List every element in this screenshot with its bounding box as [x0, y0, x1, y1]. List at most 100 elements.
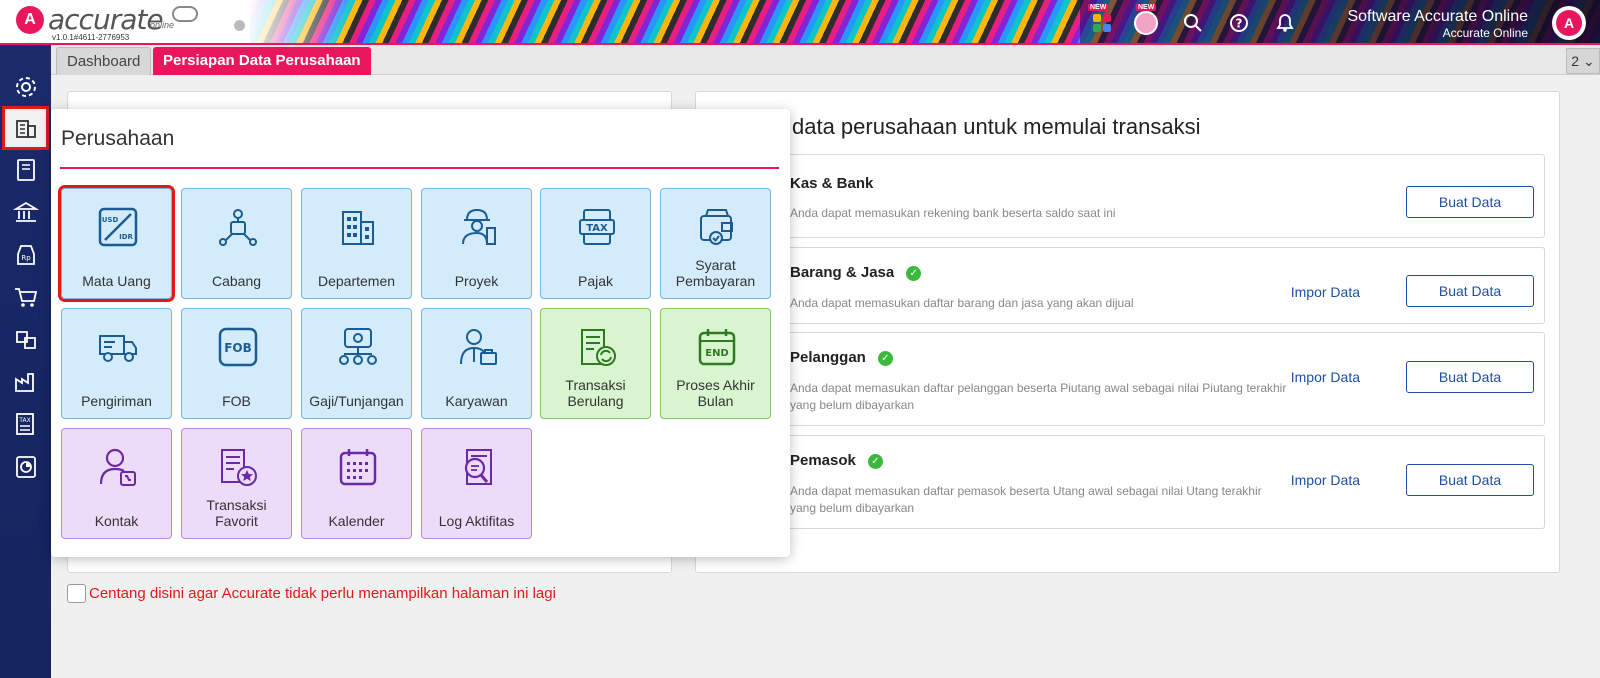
tile-label: Gaji/Tunjangan — [309, 393, 404, 409]
right-panel-title: data perusahaan untuk memulai transaksi — [792, 114, 1201, 139]
tile-proyek[interactable]: Proyek — [421, 188, 532, 299]
tab-dashboard[interactable]: Dashboard — [56, 47, 152, 75]
company-info[interactable]: Software Accurate Online Accurate Online — [1347, 8, 1528, 40]
row-description: Anda dapat memasukan rekening bank beser… — [790, 206, 1116, 220]
currency-icon: USD IDR — [98, 207, 138, 247]
row-description: Anda dapat memasukan daftar pelanggan be… — [790, 381, 1287, 412]
tile-transaksi-berulang[interactable]: Transaksi Berulang — [540, 308, 651, 419]
tile-label: Departemen — [317, 273, 396, 289]
sales-icon[interactable]: Rp — [4, 235, 47, 275]
new-badge: NEW — [1088, 4, 1109, 11]
tile-label: Kalender — [328, 513, 385, 529]
wallet-icon — [700, 209, 733, 245]
svg-text:FOB: FOB — [224, 341, 252, 355]
company-menu-popup: Perusahaan USD IDR Mata Uang Cabang Depar… — [51, 109, 790, 557]
contact-icon — [99, 448, 136, 486]
tile-cabang[interactable]: Cabang — [181, 188, 292, 299]
new-badge: NEW — [1136, 4, 1157, 11]
row-title: Barang & Jasa ✓ — [790, 264, 922, 281]
tile-label: FOB — [222, 393, 251, 409]
tile-mata-uang[interactable]: USD IDR Mata Uang — [58, 185, 175, 302]
settings-icon[interactable] — [4, 67, 47, 107]
tab-persiapan-data[interactable]: Persiapan Data Perusahaan — [153, 47, 371, 75]
row-pelanggan: Pelanggan ✓ Anda dapat memasukan daftar p… — [767, 332, 1545, 426]
hide-page-checkbox-row[interactable]: Centang disini agar Accurate tidak perlu… — [67, 584, 556, 603]
create-data-button[interactable]: Buat Data — [1406, 186, 1534, 218]
activity-log-icon — [464, 449, 492, 485]
tile-proses-akhir-bulan[interactable]: END Proses Akhir Bulan — [660, 308, 771, 419]
search-icon[interactable] — [1181, 11, 1205, 35]
building-icon — [342, 211, 374, 245]
payroll-icon — [339, 328, 377, 365]
logo-subtext: online — [150, 20, 175, 30]
bank-icon[interactable] — [4, 192, 47, 232]
tile-label: Log Aktifitas — [438, 513, 515, 529]
app-logo[interactable]: A accurate — [16, 6, 164, 34]
hide-page-checkbox-label[interactable]: Centang disini agar Accurate tidak perlu… — [89, 585, 556, 602]
tile-label: Proyek — [454, 273, 499, 289]
report-icon[interactable] — [4, 447, 47, 487]
ledger-icon[interactable] — [4, 150, 47, 190]
tile-kalender[interactable]: Kalender — [301, 428, 412, 539]
employee-icon — [460, 329, 497, 365]
check-icon: ✓ — [906, 266, 922, 281]
check-icon: ✓ — [877, 351, 893, 366]
tile-syarat-pembayaran[interactable]: Syarat Pembayaran — [660, 188, 771, 299]
factory-icon[interactable] — [4, 362, 47, 402]
version-label: v1.0.1#4611-2776953 — [52, 33, 130, 42]
row-description: Anda dapat memasukan daftar barang dan j… — [790, 296, 1134, 310]
tile-label: Pengiriman — [81, 393, 152, 409]
create-data-button[interactable]: Buat Data — [1406, 464, 1534, 496]
tile-label: Proses Akhir Bulan — [676, 377, 755, 409]
import-data-link[interactable]: Impor Data — [1291, 472, 1360, 488]
tile-gaji-tunjangan[interactable]: Gaji/Tunjangan — [301, 308, 412, 419]
status-dot — [234, 20, 245, 31]
tile-transaksi-favorit[interactable]: Transaksi Favorit — [181, 428, 292, 539]
popup-title: Perusahaan — [61, 127, 175, 150]
user-avatar[interactable]: A — [1552, 6, 1586, 40]
row-title: Pemasok ✓ — [790, 452, 883, 469]
user-avatar-initial: A — [1556, 10, 1582, 36]
svg-text:TAX: TAX — [18, 417, 30, 424]
project-worker-icon — [462, 208, 496, 245]
import-data-link[interactable]: Impor Data — [1291, 284, 1360, 300]
tile-label: Kontak — [94, 513, 139, 529]
tile-kontak[interactable]: Kontak — [61, 428, 172, 539]
popup-divider — [60, 167, 779, 169]
cart-icon[interactable] — [4, 277, 47, 317]
row-pemasok: Pemasok ✓ Anda dapat memasukan daftar pem… — [767, 435, 1545, 529]
svg-text:USD: USD — [102, 216, 119, 224]
tab-overflow-button[interactable]: 2 ⌄ — [1566, 48, 1600, 74]
tile-fob[interactable]: FOB FOB — [181, 308, 292, 419]
create-data-button[interactable]: Buat Data — [1406, 275, 1534, 307]
truck-icon — [99, 335, 137, 362]
tax-icon[interactable]: TAX — [4, 404, 47, 444]
import-data-link[interactable]: Impor Data — [1291, 369, 1360, 385]
top-header: A accurate online v1.0.1#4611-2776953 NE… — [0, 0, 1600, 45]
tile-pajak[interactable]: TAX Pajak — [540, 188, 651, 299]
tile-departemen[interactable]: Departemen — [301, 188, 412, 299]
calendar-icon — [339, 449, 377, 486]
bell-icon[interactable] — [1273, 11, 1297, 35]
favorite-transaction-icon — [221, 449, 257, 486]
company-icon[interactable] — [2, 106, 49, 150]
tile-pengiriman[interactable]: Pengiriman — [61, 308, 172, 419]
tile-label: Syarat Pembayaran — [675, 257, 756, 289]
branch-icon — [219, 209, 257, 246]
create-data-button[interactable]: Buat Data — [1406, 361, 1534, 393]
svg-text:Rp: Rp — [21, 254, 31, 262]
hide-page-checkbox[interactable] — [67, 584, 86, 603]
apps-icon[interactable]: NEW — [1088, 4, 1114, 35]
tile-label: Karyawan — [445, 393, 508, 409]
row-title: Pelanggan ✓ — [790, 349, 893, 366]
row-title: Kas & Bank — [790, 175, 874, 192]
company-subtitle: Accurate Online — [1442, 26, 1528, 40]
tile-label: Mata Uang — [82, 273, 151, 289]
mascot-icon[interactable]: NEW — [1134, 4, 1158, 35]
inventory-icon[interactable] — [4, 319, 47, 359]
tile-karyawan[interactable]: Karyawan — [421, 308, 532, 419]
help-icon[interactable]: ? — [1227, 11, 1251, 35]
svg-text:END: END — [705, 348, 729, 359]
tile-label: Transaksi Favorit — [206, 497, 267, 529]
tile-log-aktifitas[interactable]: Log Aktifitas — [421, 428, 532, 539]
